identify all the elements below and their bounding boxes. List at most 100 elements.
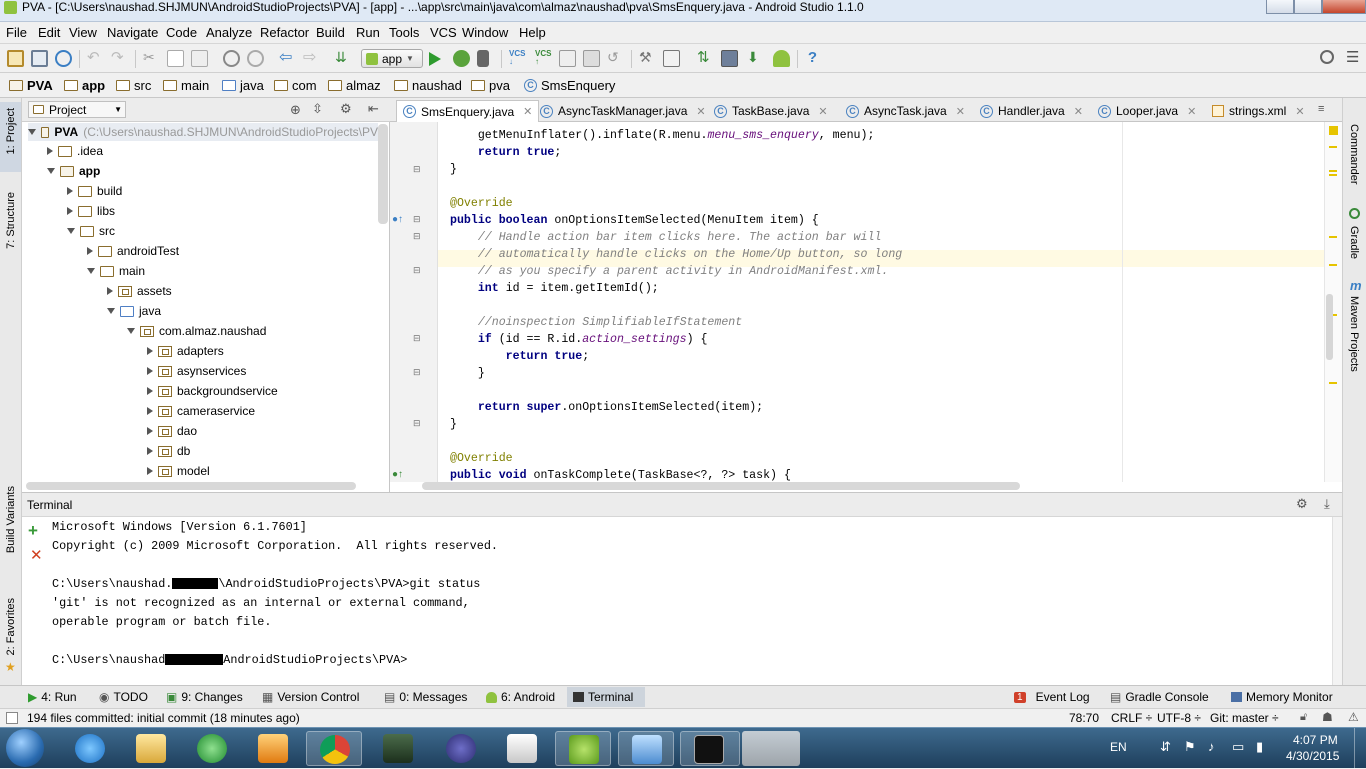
gear-icon[interactable]: ⚙	[340, 101, 352, 117]
close-icon[interactable]: ✕	[956, 105, 965, 118]
save-icon[interactable]	[31, 50, 48, 67]
tab-list-icon[interactable]: ≡	[1318, 103, 1324, 115]
tree-item-cameraservice[interactable]: cameraservice	[147, 402, 255, 420]
favorites-tool-button[interactable]: 2: Favorites	[5, 598, 17, 655]
terminal-scrollbar[interactable]	[1332, 517, 1342, 686]
taskbar-app-green[interactable]	[184, 731, 240, 766]
breadcrumb-item-main[interactable]: main	[163, 78, 209, 93]
start-button[interactable]	[6, 729, 44, 767]
breadcrumb-item-naushad[interactable]: naushad	[394, 78, 462, 93]
compare-icon[interactable]	[559, 50, 576, 67]
tree-root[interactable]: PVA (C:\Users\naushad.SHJMUN\AndroidStudi…	[28, 123, 378, 141]
tab-strings[interactable]: strings.xml ✕	[1206, 100, 1311, 122]
locate-icon[interactable]: ⊕	[290, 102, 301, 118]
breadcrumb-item-pva[interactable]: PVA	[9, 78, 53, 93]
editor-vertical-scrollbar[interactable]	[1326, 294, 1333, 360]
menu-vcs[interactable]: VCS	[430, 25, 457, 40]
tree-item-adapters[interactable]: adapters	[147, 342, 224, 360]
taskbar-control-panel[interactable]	[618, 731, 674, 766]
gradle-sync-icon[interactable]: ⇅	[697, 50, 714, 67]
fold-marker-icon[interactable]: ⊟	[413, 333, 421, 344]
warning-stripe[interactable]	[1329, 174, 1337, 176]
debug-icon[interactable]	[453, 50, 470, 67]
fold-marker-icon[interactable]: ⊟	[413, 367, 421, 378]
terminal-tool-button[interactable]: Terminal	[567, 687, 646, 707]
volume-icon[interactable]: ♪	[1208, 739, 1215, 754]
sdk-manager-icon[interactable]: ⬇	[747, 50, 764, 67]
tree-item-app[interactable]: app	[47, 162, 100, 180]
breadcrumb-item-app[interactable]: app	[64, 78, 105, 93]
tree-item-dao[interactable]: dao	[147, 422, 197, 440]
tree-item-java[interactable]: java	[107, 302, 161, 320]
taskbar-internet-explorer[interactable]	[62, 731, 118, 766]
warning-stripe[interactable]	[1329, 264, 1337, 266]
event-log-tool-button[interactable]: 1 Event Log	[1014, 690, 1090, 704]
tab-asynctask[interactable]: C AsyncTask.java ✕	[840, 100, 971, 122]
fold-marker-icon[interactable]: ⊟	[413, 265, 421, 276]
menu-code[interactable]: Code	[166, 25, 197, 40]
commander-tool-button[interactable]: Commander	[1348, 124, 1360, 185]
flag-icon[interactable]: ⚑	[1184, 739, 1196, 755]
toggle-tool-windows-icon[interactable]	[6, 712, 18, 724]
settings-icon[interactable]: ⚒	[639, 50, 656, 67]
menu-navigate[interactable]: Navigate	[107, 25, 158, 40]
hide-panel-icon[interactable]: ⇤	[368, 101, 379, 117]
encoding-select[interactable]: UTF-8 ÷	[1157, 711, 1201, 725]
run-tool-button[interactable]: ▶ 4: Run	[28, 690, 77, 704]
menu-view[interactable]: View	[69, 25, 97, 40]
menu-file[interactable]: File	[6, 25, 27, 40]
battery-icon[interactable]: ▮	[1256, 739, 1263, 755]
project-view-select[interactable]: Project ▼	[28, 101, 126, 118]
clock-time[interactable]: 4:07 PM	[1293, 733, 1338, 747]
tree-item-asynservices[interactable]: asynservices	[147, 362, 246, 380]
taskbar-snipping-tool[interactable]	[494, 731, 550, 766]
project-vertical-scrollbar[interactable]	[378, 124, 388, 224]
breadcrumb-item-almaz[interactable]: almaz	[328, 78, 381, 93]
memory-monitor-tool-button[interactable]: Memory Monitor	[1231, 690, 1333, 704]
open-folder-icon[interactable]	[7, 50, 24, 67]
close-icon[interactable]: ✕	[818, 105, 827, 118]
android-tool-button[interactable]: 6: Android	[486, 690, 555, 704]
warning-stripe[interactable]	[1329, 146, 1337, 148]
project-tool-button[interactable]: 1: Project	[0, 102, 21, 172]
paste-icon[interactable]	[191, 50, 208, 67]
structure-tool-button[interactable]: 7: Structure	[5, 192, 17, 249]
gear-icon[interactable]: ⚙	[1296, 496, 1308, 512]
gradle-console-tool-button[interactable]: ▤ Gradle Console	[1110, 690, 1209, 704]
language-indicator[interactable]: EN	[1110, 740, 1127, 754]
breadcrumb-item-com[interactable]: com	[274, 78, 317, 93]
breadcrumb-item-pva-package[interactable]: pva	[471, 78, 510, 93]
sync-icon[interactable]	[55, 50, 72, 67]
tree-item-package[interactable]: com.almaz.naushad	[127, 322, 266, 340]
warning-stripe[interactable]	[1329, 170, 1337, 172]
close-icon[interactable]: ✕	[696, 105, 705, 118]
taskbar-command-prompt[interactable]	[680, 731, 740, 766]
menu-build[interactable]: Build	[316, 25, 345, 40]
forward-arrow-icon[interactable]: ⇨	[303, 50, 320, 67]
make-project-icon[interactable]: ⇊	[335, 50, 352, 67]
todo-tool-button[interactable]: ◉ TODO	[99, 690, 148, 704]
menu-analyze[interactable]: Analyze	[206, 25, 252, 40]
tree-item-idea[interactable]: .idea	[47, 142, 103, 160]
find-icon[interactable]	[223, 50, 240, 67]
copy-icon[interactable]	[167, 50, 184, 67]
gradle-tool-button[interactable]: Gradle	[1348, 226, 1360, 259]
help-icon[interactable]: ?	[804, 50, 821, 67]
tree-item-libs[interactable]: libs	[67, 202, 115, 220]
taskbar-android-studio[interactable]	[555, 731, 611, 766]
tree-item-backgroundservice[interactable]: backgroundservice	[147, 382, 278, 400]
close-button[interactable]	[1322, 0, 1366, 14]
taskbar-monitor-app[interactable]	[370, 731, 426, 766]
fold-marker-icon[interactable]: ⊟	[413, 418, 421, 429]
tab-taskbase[interactable]: C TaskBase.java ✕	[708, 100, 834, 122]
display-icon[interactable]: ▭	[1232, 739, 1244, 755]
menu-run[interactable]: Run	[356, 25, 380, 40]
undo-icon[interactable]: ↶	[87, 50, 104, 67]
tab-handler[interactable]: C Handler.java ✕	[974, 100, 1089, 122]
attach-debugger-icon[interactable]	[477, 50, 489, 67]
back-arrow-icon[interactable]: ⇦	[279, 50, 296, 67]
terminal-output[interactable]: Microsoft Windows [Version 6.1.7601] Cop…	[22, 517, 1332, 686]
menu-edit[interactable]: Edit	[38, 25, 60, 40]
warning-stripe[interactable]	[1329, 236, 1337, 238]
project-horizontal-scrollbar[interactable]	[26, 482, 356, 490]
